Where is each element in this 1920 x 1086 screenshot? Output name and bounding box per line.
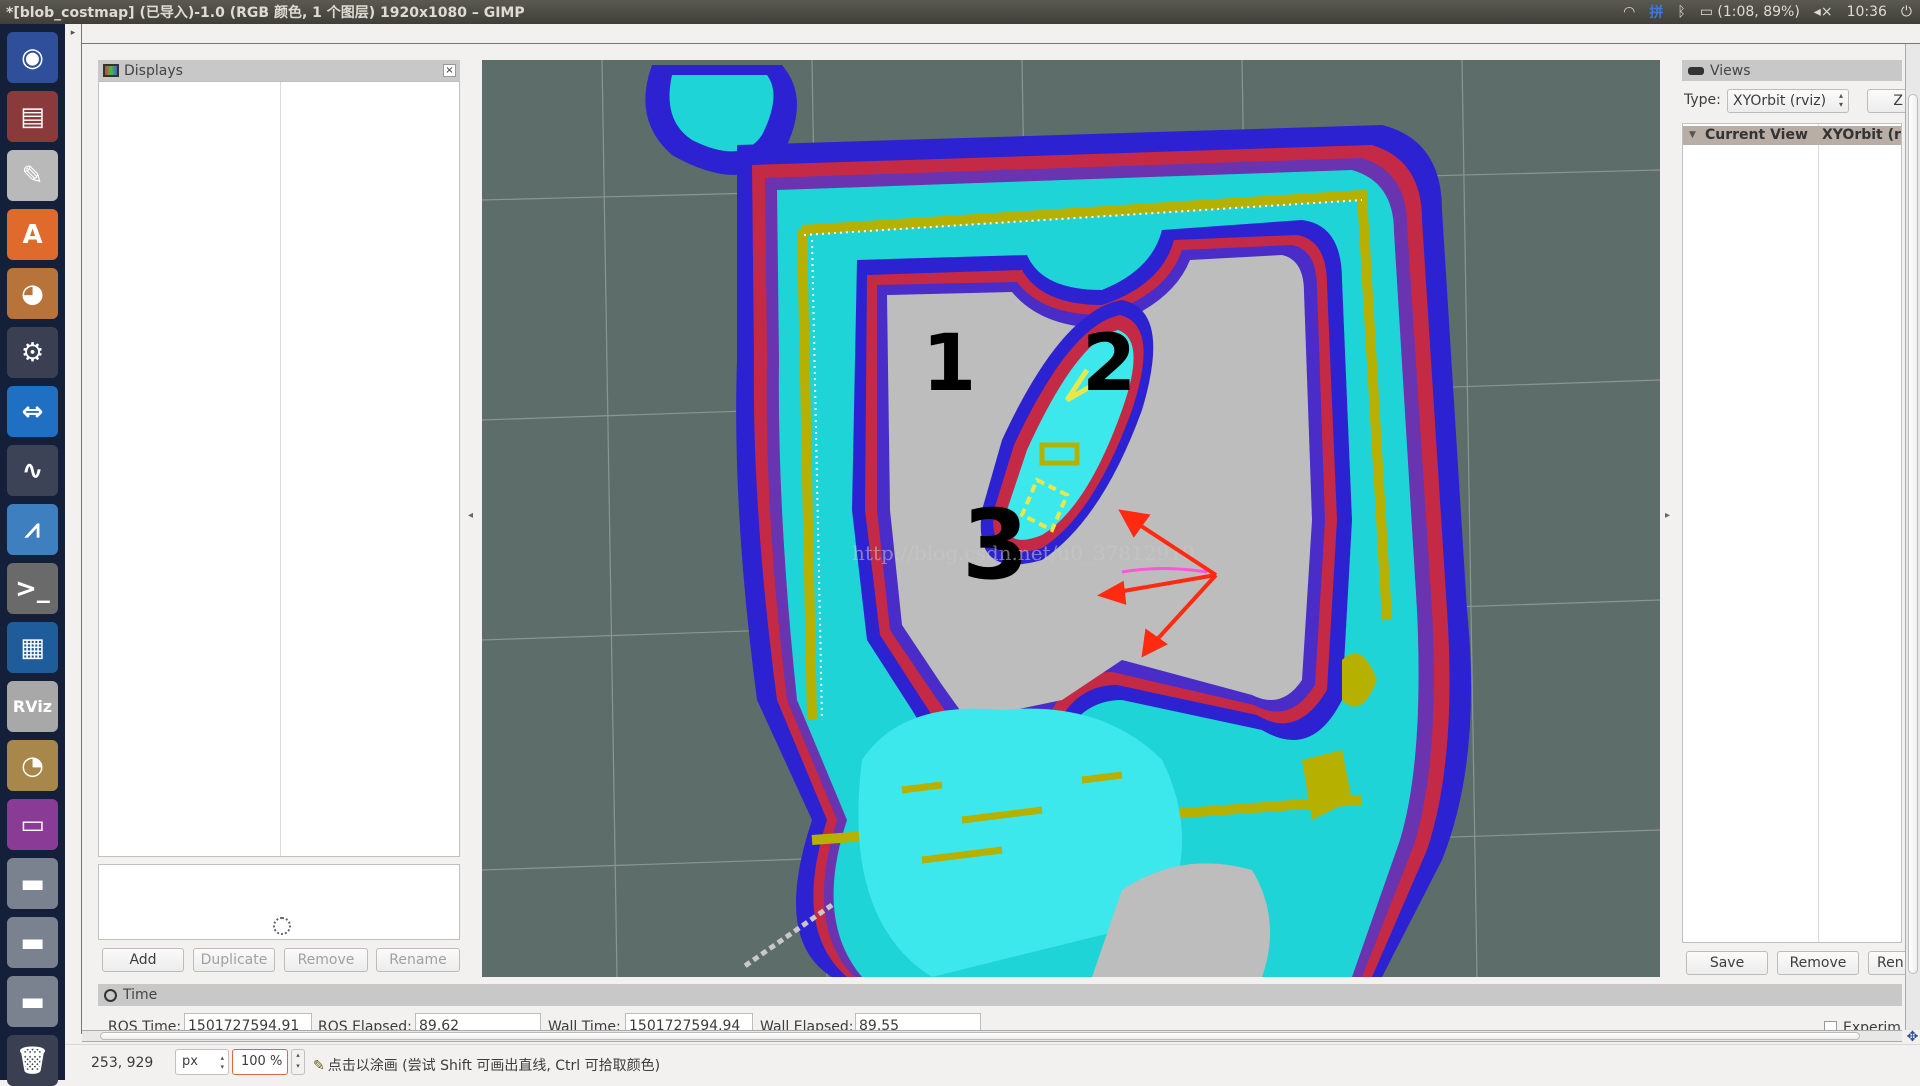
ruler-corner-button[interactable]: ▸ — [65, 24, 82, 44]
displays-panel-header: Displays × — [98, 60, 460, 81]
zoom-spinner[interactable]: ▴ ▾ — [291, 1049, 305, 1075]
collapse-left-handle[interactable]: ◂ — [468, 510, 473, 521]
unity-launcher: ◉ ▤ ✎ A ◕ ⚙ ⇔ ∿ ⩘ >_ ▦ RViz ◔ ▭ ▬ ▬ ▬ 🗑 — [0, 24, 65, 1086]
hint-text: 点击以涂画 (尝试 Shift 可画出直线, Ctrl 可拾取颜色) — [327, 1058, 661, 1074]
launcher-firefox-icon[interactable]: ◕ — [7, 268, 58, 319]
status-bar: 253, 929 px ▴ ▾ 100 % ▴ ▾ ✎ 点击以涂画 (尝试 Shift … — [65, 1044, 1920, 1080]
column-divider[interactable] — [1818, 124, 1819, 942]
launcher-system-settings-icon[interactable]: ⚙ — [7, 327, 58, 378]
power-icon[interactable]: ⏻ — [1901, 4, 1912, 20]
column-divider[interactable] — [280, 82, 281, 856]
camera-icon — [1688, 66, 1704, 75]
battery-icon: ▭ — [1699, 4, 1713, 20]
scrollbar-thumb[interactable] — [1908, 94, 1918, 974]
rename-view-button[interactable]: Ren — [1868, 951, 1908, 975]
window-title-bar: *[blob_costmap] (已导入)-1.0 (RGB 颜色, 1 个图层… — [0, 0, 1920, 24]
horizontal-scrollbar[interactable] — [82, 1030, 1902, 1042]
displays-title: Displays — [124, 62, 183, 79]
window-title: *[blob_costmap] (已导入)-1.0 (RGB 颜色, 1 个图层… — [6, 5, 525, 21]
views-panel-header: Views — [1682, 60, 1902, 81]
annotation-number-2: 2 — [1082, 319, 1136, 409]
input-method-icon[interactable]: 拼 — [1649, 2, 1663, 22]
time-title: Time — [123, 987, 158, 1003]
launcher-drive-1-icon[interactable]: ▬ — [7, 858, 58, 909]
scrollbar-thumb[interactable] — [100, 1032, 1860, 1040]
vertical-ruler[interactable] — [65, 44, 82, 1034]
wifi-icon[interactable]: ◠ — [1623, 4, 1635, 20]
save-view-button[interactable]: Save — [1686, 951, 1768, 975]
pencil-icon: ✎ — [313, 1058, 325, 1074]
pointer-coordinates: 253, 929 — [91, 1055, 154, 1071]
navigate-icon[interactable]: ✥ — [1905, 1030, 1920, 1044]
horizontal-ruler[interactable] — [82, 24, 1920, 44]
clock-icon — [104, 988, 117, 1002]
views-title: Views — [1710, 62, 1751, 79]
launcher-libreoffice-impress-icon[interactable]: ▦ — [7, 622, 58, 673]
view-type-value: XYOrbit (rviz) — [1733, 93, 1827, 109]
volume-muted-icon[interactable]: ◂× — [1814, 4, 1833, 20]
annotation-number-1: 1 — [922, 319, 976, 409]
launcher-trash-icon[interactable]: 🗑 — [7, 1035, 58, 1086]
launcher-drive-2-icon[interactable]: ▬ — [7, 917, 58, 968]
launcher-text-editor-icon[interactable]: ✎ — [7, 150, 58, 201]
view-type-select[interactable]: XYOrbit (rviz) ▴ ▾ — [1727, 89, 1849, 113]
zoom-input[interactable]: 100 % — [232, 1049, 288, 1075]
launcher-software-center-icon[interactable]: A — [7, 209, 58, 260]
current-view-row[interactable]: ▼ Current View XYOrbit (rvi — [1683, 126, 1901, 145]
monitor-icon — [103, 64, 119, 77]
system-tray: ◠ 拼 ᛒ ▭ (1:08, 89%) ◂× 10:36 ⏻ — [1623, 0, 1912, 24]
current-view-value: XYOrbit (rvi — [1822, 127, 1901, 143]
spinner-arrows-icon: ▴ ▾ — [1838, 91, 1843, 109]
battery-text: (1:08, 89%) — [1717, 4, 1800, 20]
expand-arrow-icon[interactable]: ▼ — [1689, 126, 1696, 145]
unit-value: px — [182, 1054, 198, 1069]
add-button[interactable]: Add — [102, 948, 184, 972]
views-type-label: Type: — [1684, 92, 1721, 108]
remove-view-button[interactable]: Remove — [1777, 951, 1859, 975]
launcher-rviz-icon[interactable]: RViz — [7, 681, 58, 732]
current-view-label: Current View — [1705, 127, 1808, 143]
rename-display-button[interactable]: Rename — [376, 948, 460, 972]
launcher-files-icon[interactable]: ▤ — [7, 91, 58, 142]
vertical-scrollbar[interactable] — [1905, 44, 1920, 1030]
displays-tree — [98, 81, 460, 857]
zero-view-button[interactable]: Z — [1867, 89, 1907, 113]
status-hint: ✎ 点击以涂画 (尝试 Shift 可画出直线, Ctrl 可拾取颜色) — [313, 1055, 660, 1075]
bluetooth-icon[interactable]: ᛒ — [1677, 4, 1685, 20]
clock[interactable]: 10:36 — [1847, 4, 1887, 20]
duplicate-button[interactable]: Duplicate — [193, 948, 275, 972]
battery-indicator[interactable]: ▭ (1:08, 89%) — [1700, 4, 1800, 20]
launcher-system-monitor-2-icon[interactable]: ⩘ — [7, 504, 58, 555]
spinner-arrows-icon: ▴ ▾ — [220, 1054, 224, 1071]
grid-line — [601, 60, 618, 977]
launcher-terminal-icon[interactable]: >_ — [7, 563, 58, 614]
grid-line — [1461, 60, 1478, 977]
3d-viewport[interactable]: 1 2 3 http://blog.csdn.net/u0_37812910 — [482, 60, 1660, 977]
remove-display-button[interactable]: Remove — [284, 948, 368, 972]
unit-select[interactable]: px ▴ ▾ — [175, 1049, 229, 1075]
collapse-right-handle[interactable]: ▸ — [1665, 510, 1670, 521]
launcher-workspace-switcher-icon[interactable]: ▭ — [7, 799, 58, 850]
costmap-render: 1 2 3 http://blog.csdn.net/u0_37812910 — [482, 60, 1660, 977]
time-panel-header: Time — [98, 984, 1902, 1006]
launcher-system-monitor-icon[interactable]: ∿ — [7, 445, 58, 496]
close-icon[interactable]: × — [443, 64, 456, 77]
views-tree: ▼ Current View XYOrbit (rvi — [1682, 123, 1902, 943]
description-box — [98, 864, 460, 940]
launcher-ubuntu-dash-icon[interactable]: ◉ — [7, 32, 58, 83]
launcher-gimp-icon[interactable]: ◔ — [7, 740, 58, 791]
launcher-teamviewer-icon[interactable]: ⇔ — [7, 386, 58, 437]
watermark-text: http://blog.csdn.net/u0_37812910 — [852, 541, 1195, 565]
launcher-drive-3-icon[interactable]: ▬ — [7, 976, 58, 1027]
loading-spinner-icon — [273, 917, 291, 935]
